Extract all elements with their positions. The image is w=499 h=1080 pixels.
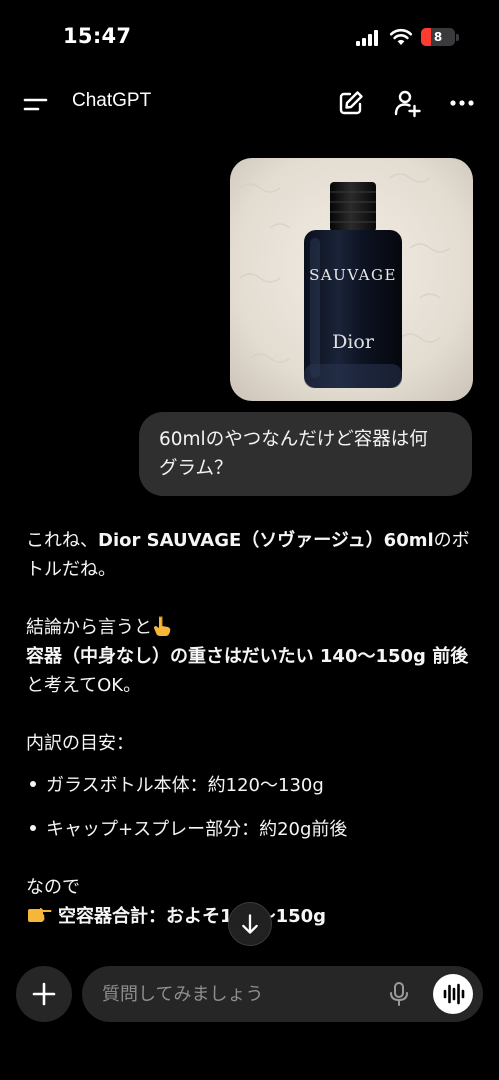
battery-level: 8 — [433, 30, 443, 44]
bullet-dot — [30, 825, 36, 831]
signal-icon — [356, 30, 382, 46]
bottle-brand: Dior — [332, 331, 375, 353]
reply-key-result: 容器（中身なし）の重さはだいたい 140〜150g 前後 — [26, 646, 469, 667]
voice-mode-button[interactable] — [433, 974, 473, 1014]
user-message-line-2: グラム？ — [159, 458, 233, 479]
add-attachment-button[interactable] — [16, 966, 72, 1022]
app-title[interactable]: ChatGPT — [72, 90, 151, 112]
menu-icon[interactable] — [22, 92, 50, 116]
reply-paragraph-2: 結論から言うと 容器（中身なし）の重さはだいたい 140〜150g 前後と考えて… — [26, 616, 469, 696]
reply-bullet-item: ガラスボトル本体：約120〜130g — [26, 771, 476, 800]
bullet-dot — [30, 781, 36, 787]
message-composer[interactable] — [82, 966, 483, 1022]
add-person-icon[interactable] — [392, 88, 422, 118]
reply-paragraph-1: これね、Dior SAUVAGE（ソヴァージュ）60mlのボトルだね。 — [26, 530, 470, 580]
top-bar: ChatGPT — [0, 76, 499, 132]
scroll-down-button[interactable] — [228, 902, 272, 946]
reply-bullet-item: キャップ+スプレー部分：約20g前後 — [26, 815, 476, 844]
status-bar: 15:47 8 — [0, 0, 499, 76]
wifi-icon — [389, 28, 413, 45]
battery-icon: 8 — [421, 28, 455, 46]
edit-icon[interactable] — [336, 88, 366, 118]
reply-total: 空容器合計：およそ140〜150g — [58, 906, 327, 927]
more-icon[interactable] — [447, 88, 477, 118]
point-down-emoji-icon — [154, 616, 171, 636]
battery-tip — [456, 34, 459, 41]
bottle-label: SAUVAGE — [309, 266, 397, 284]
user-message-line-1: 60mlのやつなんだけど容器は何 — [159, 429, 428, 450]
status-time: 15:47 — [63, 24, 132, 48]
reply-breakdown-heading: 内訳の目安： — [26, 733, 134, 754]
message-input[interactable] — [102, 966, 372, 1022]
reply-product-name: Dior SAUVAGE（ソヴァージュ）60ml — [98, 530, 434, 551]
user-message-bubble[interactable]: 60mlのやつなんだけど容器は何 グラム？ — [139, 412, 472, 496]
microphone-icon[interactable] — [388, 981, 410, 1007]
point-right-emoji-icon — [28, 908, 52, 922]
user-attached-photo[interactable]: SAUVAGE Dior — [230, 158, 473, 401]
